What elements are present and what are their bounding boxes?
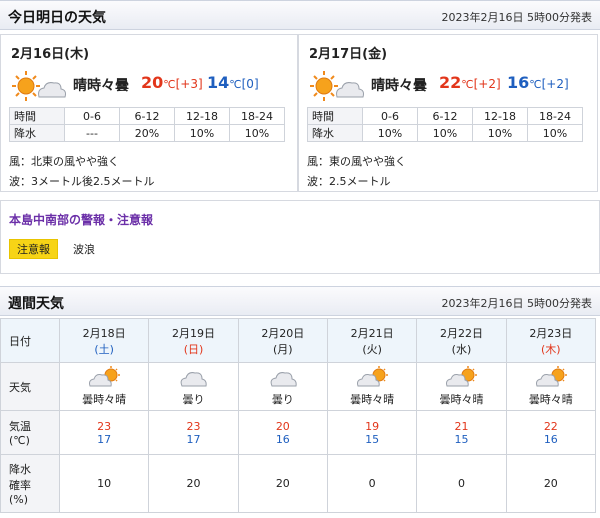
pop-time: 18-24 <box>527 107 583 125</box>
weekly-temp-cell: 19 15 <box>326 410 418 455</box>
weekly-pop-cell: 0 <box>416 454 507 513</box>
weekly-weather-cell: 曇り <box>237 362 328 411</box>
weekly-table: 日付 2月18日 (土) 2月19日 (日) 2月20日 (月) 2月21日 (火) 2… <box>0 318 597 513</box>
low-temp-diff: [0] <box>241 77 259 91</box>
pop-value: 20% <box>119 124 175 142</box>
pop-value: 10% <box>472 124 528 142</box>
day-panel-tomorrow: 2月17日(金) 晴時々曇 22℃[+2] 16℃[+2] 時間 0-6 6-1… <box>298 34 598 192</box>
weekly-temp-cell: 20 16 <box>237 410 328 455</box>
weekly-issued-time: 2023年2月16日 5時00分発表 <box>441 297 592 310</box>
pop-time: 0-6 <box>362 107 418 125</box>
day-low-temp: 16℃[+2] <box>507 73 569 92</box>
advisory-badge: 注意報 <box>9 239 58 259</box>
day-low-temp: 14℃[0] <box>207 73 259 92</box>
weekly-date-cell: 2月23日 (木) <box>505 318 597 363</box>
pop-value: --- <box>64 124 120 142</box>
weekly-weather-cell: 曇時々晴 <box>505 362 597 411</box>
pop-time-label: 時間 <box>9 107 65 125</box>
weekly-temp-row: 気温 (℃) 23 17 23 17 20 16 19 15 21 15 22 16 <box>0 410 597 455</box>
weekly-weather-cell: 曇時々晴 <box>58 362 150 411</box>
weekly-date-cell: 2月22日 (水) <box>416 318 507 363</box>
pop-value: 10% <box>229 124 285 142</box>
day-weather-text: 晴時々曇 <box>371 78 427 94</box>
weekly-pop-cell: 0 <box>326 454 418 513</box>
cloud-sun-icon <box>531 366 571 388</box>
pop-time: 12-18 <box>174 107 230 125</box>
cloud-icon <box>173 366 213 388</box>
advisory-type: 波浪 <box>73 243 95 256</box>
weekly-section-title: 週間天気 <box>8 296 64 312</box>
warning-title[interactable]: 本島中南部の警報・注意報 <box>9 211 153 228</box>
pop-value: 10% <box>417 124 473 142</box>
pop-rain-label: 降水 <box>9 124 65 142</box>
precip-table: 時間 0-6 6-12 12-18 18-24 降水 10% 10% 10% 1… <box>307 107 583 142</box>
high-temp-diff: [+3] <box>175 77 203 91</box>
pop-time-label: 時間 <box>307 107 363 125</box>
cloud-sun-icon <box>441 366 481 388</box>
row-label-weather: 天気 <box>0 362 60 411</box>
cloud-icon <box>263 366 303 388</box>
day-high-temp: 22℃[+2] <box>439 73 501 92</box>
high-temp-diff: [+2] <box>473 77 501 91</box>
sun-cloud-icon <box>9 69 69 103</box>
pop-value: 10% <box>527 124 583 142</box>
weekly-pop-cell: 20 <box>505 454 597 513</box>
weekly-date-cell: 2月20日 (月) <box>237 318 328 363</box>
day-date: 2月17日(金) <box>309 47 388 62</box>
weekly-date-cell: 2月21日 (火) <box>326 318 418 363</box>
weekly-weather-cell: 曇時々晴 <box>416 362 507 411</box>
daily-forecast: 2月16日(木) 晴時々曇 20℃[+3] 14℃[0] 時間 0-6 6-12 <box>0 34 600 194</box>
pop-rain-label: 降水 <box>307 124 363 142</box>
sun-cloud-icon <box>307 69 367 103</box>
pop-time: 0-6 <box>64 107 120 125</box>
wave-info: 波：3メートル後2.5メートル <box>9 175 155 188</box>
warning-panel: 本島中南部の警報・注意報 注意報 波浪 <box>0 200 600 274</box>
row-label-pop: 降水 確率 (%) <box>0 454 60 513</box>
pop-value: 10% <box>362 124 418 142</box>
weekly-temp-cell: 23 17 <box>148 410 239 455</box>
weekly-pop-cell: 20 <box>237 454 328 513</box>
cloud-sun-icon <box>352 366 392 388</box>
weekly-pop-cell: 10 <box>58 454 150 513</box>
day-weather-text: 晴時々曇 <box>73 78 129 94</box>
cloud-sun-icon <box>84 366 124 388</box>
today-section-header: 今日明日の天気 2023年2月16日 5時00分発表 <box>0 0 600 30</box>
weekly-temp-cell: 22 16 <box>505 410 597 455</box>
weekly-temp-cell: 21 15 <box>416 410 507 455</box>
weekly-weather-cell: 曇り <box>148 362 239 411</box>
day-high-temp: 20℃[+3] <box>141 73 203 92</box>
weekly-weather-cell: 曇時々晴 <box>326 362 418 411</box>
precip-table: 時間 0-6 6-12 12-18 18-24 降水 --- 20% 10% 1… <box>9 107 285 142</box>
weekly-section-header: 週間天気 2023年2月16日 5時00分発表 <box>0 286 600 316</box>
wind-info: 風：北東の風やや強く <box>9 155 119 168</box>
pop-time: 12-18 <box>472 107 528 125</box>
pop-time: 18-24 <box>229 107 285 125</box>
day-date: 2月16日(木) <box>11 47 90 62</box>
weekly-date-cell: 2月18日 (土) <box>58 318 150 363</box>
low-temp-diff: [+2] <box>541 77 569 91</box>
weekly-date-cell: 2月19日 (日) <box>148 318 239 363</box>
weekly-date-row: 日付 2月18日 (土) 2月19日 (日) 2月20日 (月) 2月21日 (火) 2… <box>0 318 597 363</box>
today-issued-time: 2023年2月16日 5時00分発表 <box>441 11 592 24</box>
row-label-temp: 気温 (℃) <box>0 410 60 455</box>
pop-time: 6-12 <box>119 107 175 125</box>
weekly-pop-row: 降水 確率 (%) 10 20 20 0 0 20 <box>0 454 597 513</box>
wave-info: 波：2.5メートル <box>307 175 391 188</box>
row-label-date: 日付 <box>0 318 60 363</box>
pop-time: 6-12 <box>417 107 473 125</box>
today-section-title: 今日明日の天気 <box>8 10 106 26</box>
wind-info: 風：東の風やや強く <box>307 155 406 168</box>
weekly-weather-row: 天気 曇時々晴 曇り 曇り 曇時々晴 曇時々晴 曇時々晴 <box>0 362 597 411</box>
pop-value: 10% <box>174 124 230 142</box>
weekly-temp-cell: 23 17 <box>58 410 150 455</box>
day-panel-today: 2月16日(木) 晴時々曇 20℃[+3] 14℃[0] 時間 0-6 6-12 <box>0 34 298 192</box>
weekly-pop-cell: 20 <box>148 454 239 513</box>
